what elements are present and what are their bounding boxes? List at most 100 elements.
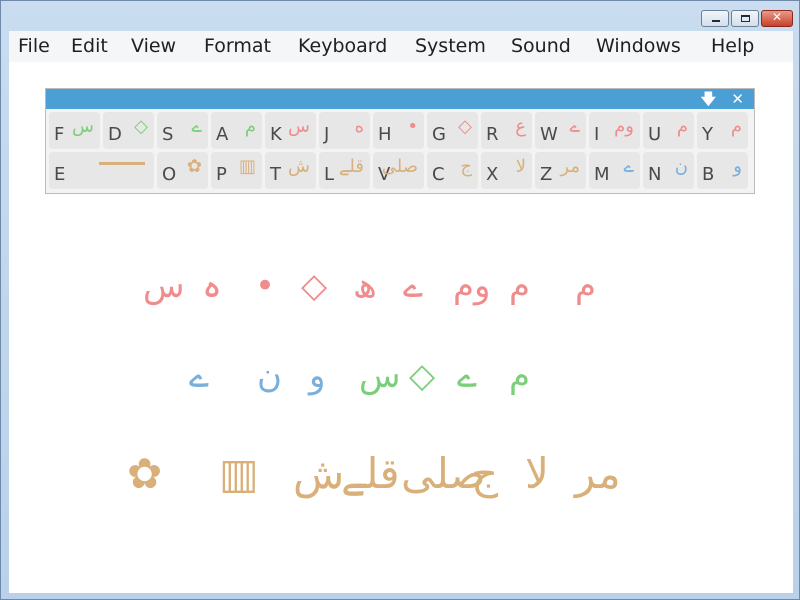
glyph: م (509, 356, 531, 396)
key-glyph: م (244, 116, 256, 137)
key-letter: D (108, 124, 122, 145)
key-m[interactable]: Mے (589, 152, 640, 189)
glyph: م (575, 266, 597, 306)
key-letter: C (432, 164, 445, 185)
key-glyph: ▥ (238, 156, 256, 177)
close-button[interactable]: ✕ (761, 10, 793, 27)
glyph: ن (257, 356, 282, 396)
key-o[interactable]: O ✿ (157, 152, 208, 189)
key-letter: W (540, 124, 558, 145)
key-y[interactable]: Yم (697, 112, 748, 149)
key-r[interactable]: Rع (481, 112, 532, 149)
key-letter: K (270, 124, 282, 145)
text-line-2: ے ن و س ◇ ے م (9, 359, 793, 419)
key-letter: G (432, 124, 446, 145)
key-glyph: ✿ (186, 156, 202, 177)
menu-format[interactable]: Format (204, 35, 271, 57)
menu-view[interactable]: View (131, 35, 176, 57)
text-line-3: ✿ ▥ ش قلے صلی ج لا مر (9, 453, 793, 513)
key-letter: J (324, 124, 330, 145)
minimize-button[interactable] (701, 10, 729, 27)
key-g[interactable]: G ◇ (427, 112, 478, 149)
key-letter: Z (540, 164, 553, 185)
key-glyph: ے (623, 156, 634, 177)
glyph: س (359, 356, 401, 396)
key-glyph: ◇ (458, 116, 472, 137)
key-glyph: س (72, 116, 94, 137)
key-t[interactable]: Tش (265, 152, 316, 189)
key-b[interactable]: Bو (697, 152, 748, 189)
key-glyph: ◇ (134, 116, 148, 137)
keyboard-header[interactable]: 🡇 ✕ (46, 89, 754, 109)
minimize-icon (712, 20, 720, 22)
key-letter: A (216, 124, 229, 145)
menu-edit[interactable]: Edit (71, 35, 108, 57)
key-glyph: م (730, 116, 742, 137)
key-n[interactable]: Nن (643, 152, 694, 189)
key-w[interactable]: Wے (535, 112, 586, 149)
key-letter: U (648, 124, 662, 145)
menu-file[interactable]: File (18, 35, 50, 57)
key-letter: O (162, 164, 177, 185)
key-i[interactable]: I وم (589, 112, 640, 149)
key-letter: L (324, 164, 335, 185)
menu-sound[interactable]: Sound (511, 35, 571, 57)
key-h[interactable]: H • (373, 112, 424, 149)
key-glyph: ش (288, 156, 310, 177)
menu-help[interactable]: Help (711, 35, 754, 57)
tatweel-icon (99, 162, 145, 165)
text-line-1: س ہ • ◇ ھ ے وم م م (9, 269, 793, 329)
key-v[interactable]: V صلی (373, 152, 424, 189)
menu-system[interactable]: System (415, 35, 486, 57)
glyph: مر (575, 449, 621, 498)
key-x[interactable]: X لا (481, 152, 532, 189)
key-glyph: لا (515, 156, 526, 177)
key-glyph: م (676, 116, 688, 137)
glyph: ے (457, 356, 477, 396)
key-k[interactable]: Kس (265, 112, 316, 149)
app-window: ✕ File Edit View Format Keyboard System … (0, 0, 800, 600)
key-j[interactable]: Jه (319, 112, 370, 149)
key-u[interactable]: Uم (643, 112, 694, 149)
key-letter: X (486, 164, 499, 185)
close-icon: ✕ (771, 10, 783, 24)
menu-windows[interactable]: Windows (596, 35, 681, 57)
keyboard-row-2: E O ✿ P ▥ T ش L قلے V صلی C ج X لا Z مر M ے N ن B و (49, 152, 751, 189)
glyph: ◇ (409, 356, 436, 396)
keyboard-close-icon[interactable]: ✕ (731, 89, 744, 109)
key-glyph: ے (569, 116, 580, 137)
title-bar[interactable]: ✕ (1, 1, 800, 31)
keyboard-row-1: F س D ◇ S ے A م K س J ه H • G ◇ R ع W ے I وم U م Y م (49, 112, 751, 149)
client-area: File Edit View Format Keyboard System So… (9, 31, 793, 593)
glyph: س (143, 266, 185, 306)
key-glyph: و (733, 156, 742, 177)
glyph: ہ (202, 266, 222, 306)
key-c[interactable]: Cج (427, 152, 478, 189)
key-glyph: صلی (381, 156, 418, 177)
menu-bar: File Edit View Format Keyboard System So… (9, 31, 793, 62)
key-glyph: ج (460, 156, 472, 177)
maximize-button[interactable] (731, 10, 759, 27)
key-letter: F (54, 124, 65, 145)
glyph: ھ (353, 266, 377, 306)
key-d[interactable]: D ◇ (103, 112, 154, 149)
menu-keyboard[interactable]: Keyboard (298, 35, 387, 57)
key-f[interactable]: Fس (49, 112, 100, 149)
key-a[interactable]: Aم (211, 112, 262, 149)
key-glyph: وم (614, 116, 634, 137)
glyph: ج (471, 449, 499, 498)
key-e[interactable]: E (49, 152, 154, 189)
key-glyph: ع (515, 116, 526, 137)
key-p[interactable]: P ▥ (211, 152, 262, 189)
key-glyph: مر (560, 156, 580, 177)
key-glyph: • (407, 116, 418, 137)
glyph: ش (293, 449, 345, 498)
key-s[interactable]: Sے (157, 112, 208, 149)
collapse-icon[interactable]: 🡇 (701, 89, 716, 109)
key-glyph: س (288, 116, 310, 137)
key-z[interactable]: Z مر (535, 152, 586, 189)
key-letter: B (702, 164, 715, 185)
key-letter: Y (702, 124, 713, 145)
key-l[interactable]: L قلے (319, 152, 370, 189)
glyph: م (509, 266, 531, 306)
